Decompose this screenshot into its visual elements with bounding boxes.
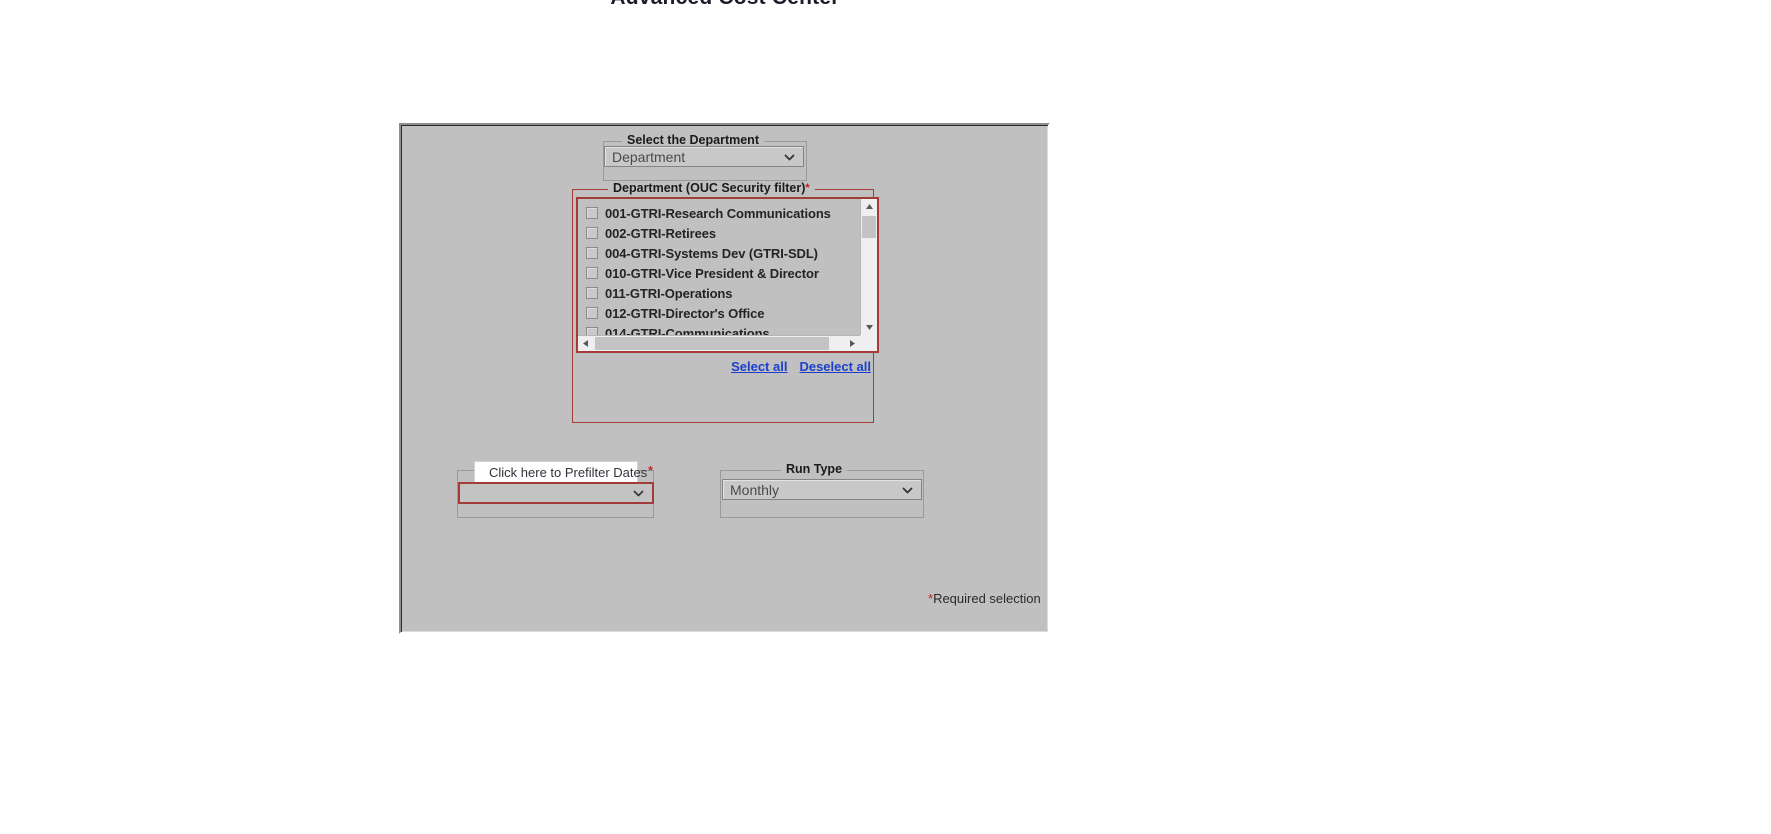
list-item-label: 002-GTRI-Retirees xyxy=(605,225,717,241)
list-item[interactable]: 004-GTRI-Systems Dev (GTRI-SDL) xyxy=(578,243,860,263)
checkbox-icon[interactable] xyxy=(586,327,598,335)
scroll-down-arrow-icon[interactable] xyxy=(861,320,877,335)
checkbox-icon[interactable] xyxy=(586,287,598,299)
list-item[interactable]: 001-GTRI-Research Communications xyxy=(578,203,860,223)
chevron-down-icon xyxy=(633,488,644,499)
prefilter-required-asterisk: * xyxy=(648,463,654,478)
horizontal-scrollbar[interactable] xyxy=(578,335,860,351)
vertical-scrollbar[interactable] xyxy=(860,199,877,335)
list-selection-links: Select all Deselect all xyxy=(681,357,871,375)
select-all-link[interactable]: Select all xyxy=(731,359,787,374)
department-filter-legend-text: Department (OUC Security filter) xyxy=(613,181,806,195)
scroll-right-arrow-icon[interactable] xyxy=(845,336,860,351)
list-item-label: 011-GTRI-Operations xyxy=(605,285,733,301)
page-title: Advanced Cost Center xyxy=(0,0,1450,10)
scrollbar-corner xyxy=(860,335,877,351)
required-note-text: Required selection xyxy=(933,591,1041,606)
prefilter-dates-dropdown[interactable] xyxy=(458,482,654,504)
list-item[interactable]: 011-GTRI-Operations xyxy=(578,283,860,303)
run-type-value: Monthly xyxy=(730,481,780,498)
report-parameters-panel: Select the Department Department Departm… xyxy=(399,123,1050,634)
list-item[interactable]: 014-GTRI-Communications xyxy=(578,323,860,335)
checkbox-icon[interactable] xyxy=(586,267,598,279)
checkbox-icon[interactable] xyxy=(586,247,598,259)
run-type-dropdown[interactable]: Monthly xyxy=(722,479,922,500)
list-item[interactable]: 010-GTRI-Vice President & Director xyxy=(578,263,860,283)
vertical-scrollbar-thumb[interactable] xyxy=(862,216,876,238)
list-item-label: 012-GTRI-Director's Office xyxy=(605,305,765,321)
chevron-down-icon xyxy=(784,152,795,163)
checkbox-icon[interactable] xyxy=(586,207,598,219)
select-department-value: Department xyxy=(612,148,686,165)
department-list-items: 001-GTRI-Research Communications 002-GTR… xyxy=(578,199,860,335)
horizontal-scrollbar-thumb[interactable] xyxy=(595,337,829,350)
app-root: Advanced Cost Center Select the Departme… xyxy=(0,0,1771,834)
list-item-label: 004-GTRI-Systems Dev (GTRI-SDL) xyxy=(605,245,818,261)
required-asterisk: * xyxy=(805,182,810,194)
chevron-down-icon xyxy=(902,485,913,496)
list-item-label: 001-GTRI-Research Communications xyxy=(605,205,831,221)
required-selection-note: *Required selection xyxy=(928,591,1041,606)
checkbox-icon[interactable] xyxy=(586,227,598,239)
run-type-legend: Run Type xyxy=(781,462,848,476)
department-checkbox-listbox[interactable]: 001-GTRI-Research Communications 002-GTR… xyxy=(576,197,879,353)
select-department-dropdown[interactable]: Department xyxy=(604,146,804,167)
select-department-legend: Select the Department xyxy=(622,133,764,147)
list-item[interactable]: 012-GTRI-Director's Office xyxy=(578,303,860,323)
list-item[interactable]: 002-GTRI-Retirees xyxy=(578,223,860,243)
department-filter-legend: Department (OUC Security filter)* xyxy=(608,181,815,195)
checkbox-icon[interactable] xyxy=(586,307,598,319)
list-item-label: 010-GTRI-Vice President & Director xyxy=(605,265,819,281)
deselect-all-link[interactable]: Deselect all xyxy=(799,359,871,374)
list-item-label: 014-GTRI-Communications xyxy=(605,325,770,336)
scroll-up-arrow-icon[interactable] xyxy=(861,199,877,214)
scroll-left-arrow-icon[interactable] xyxy=(578,336,593,351)
